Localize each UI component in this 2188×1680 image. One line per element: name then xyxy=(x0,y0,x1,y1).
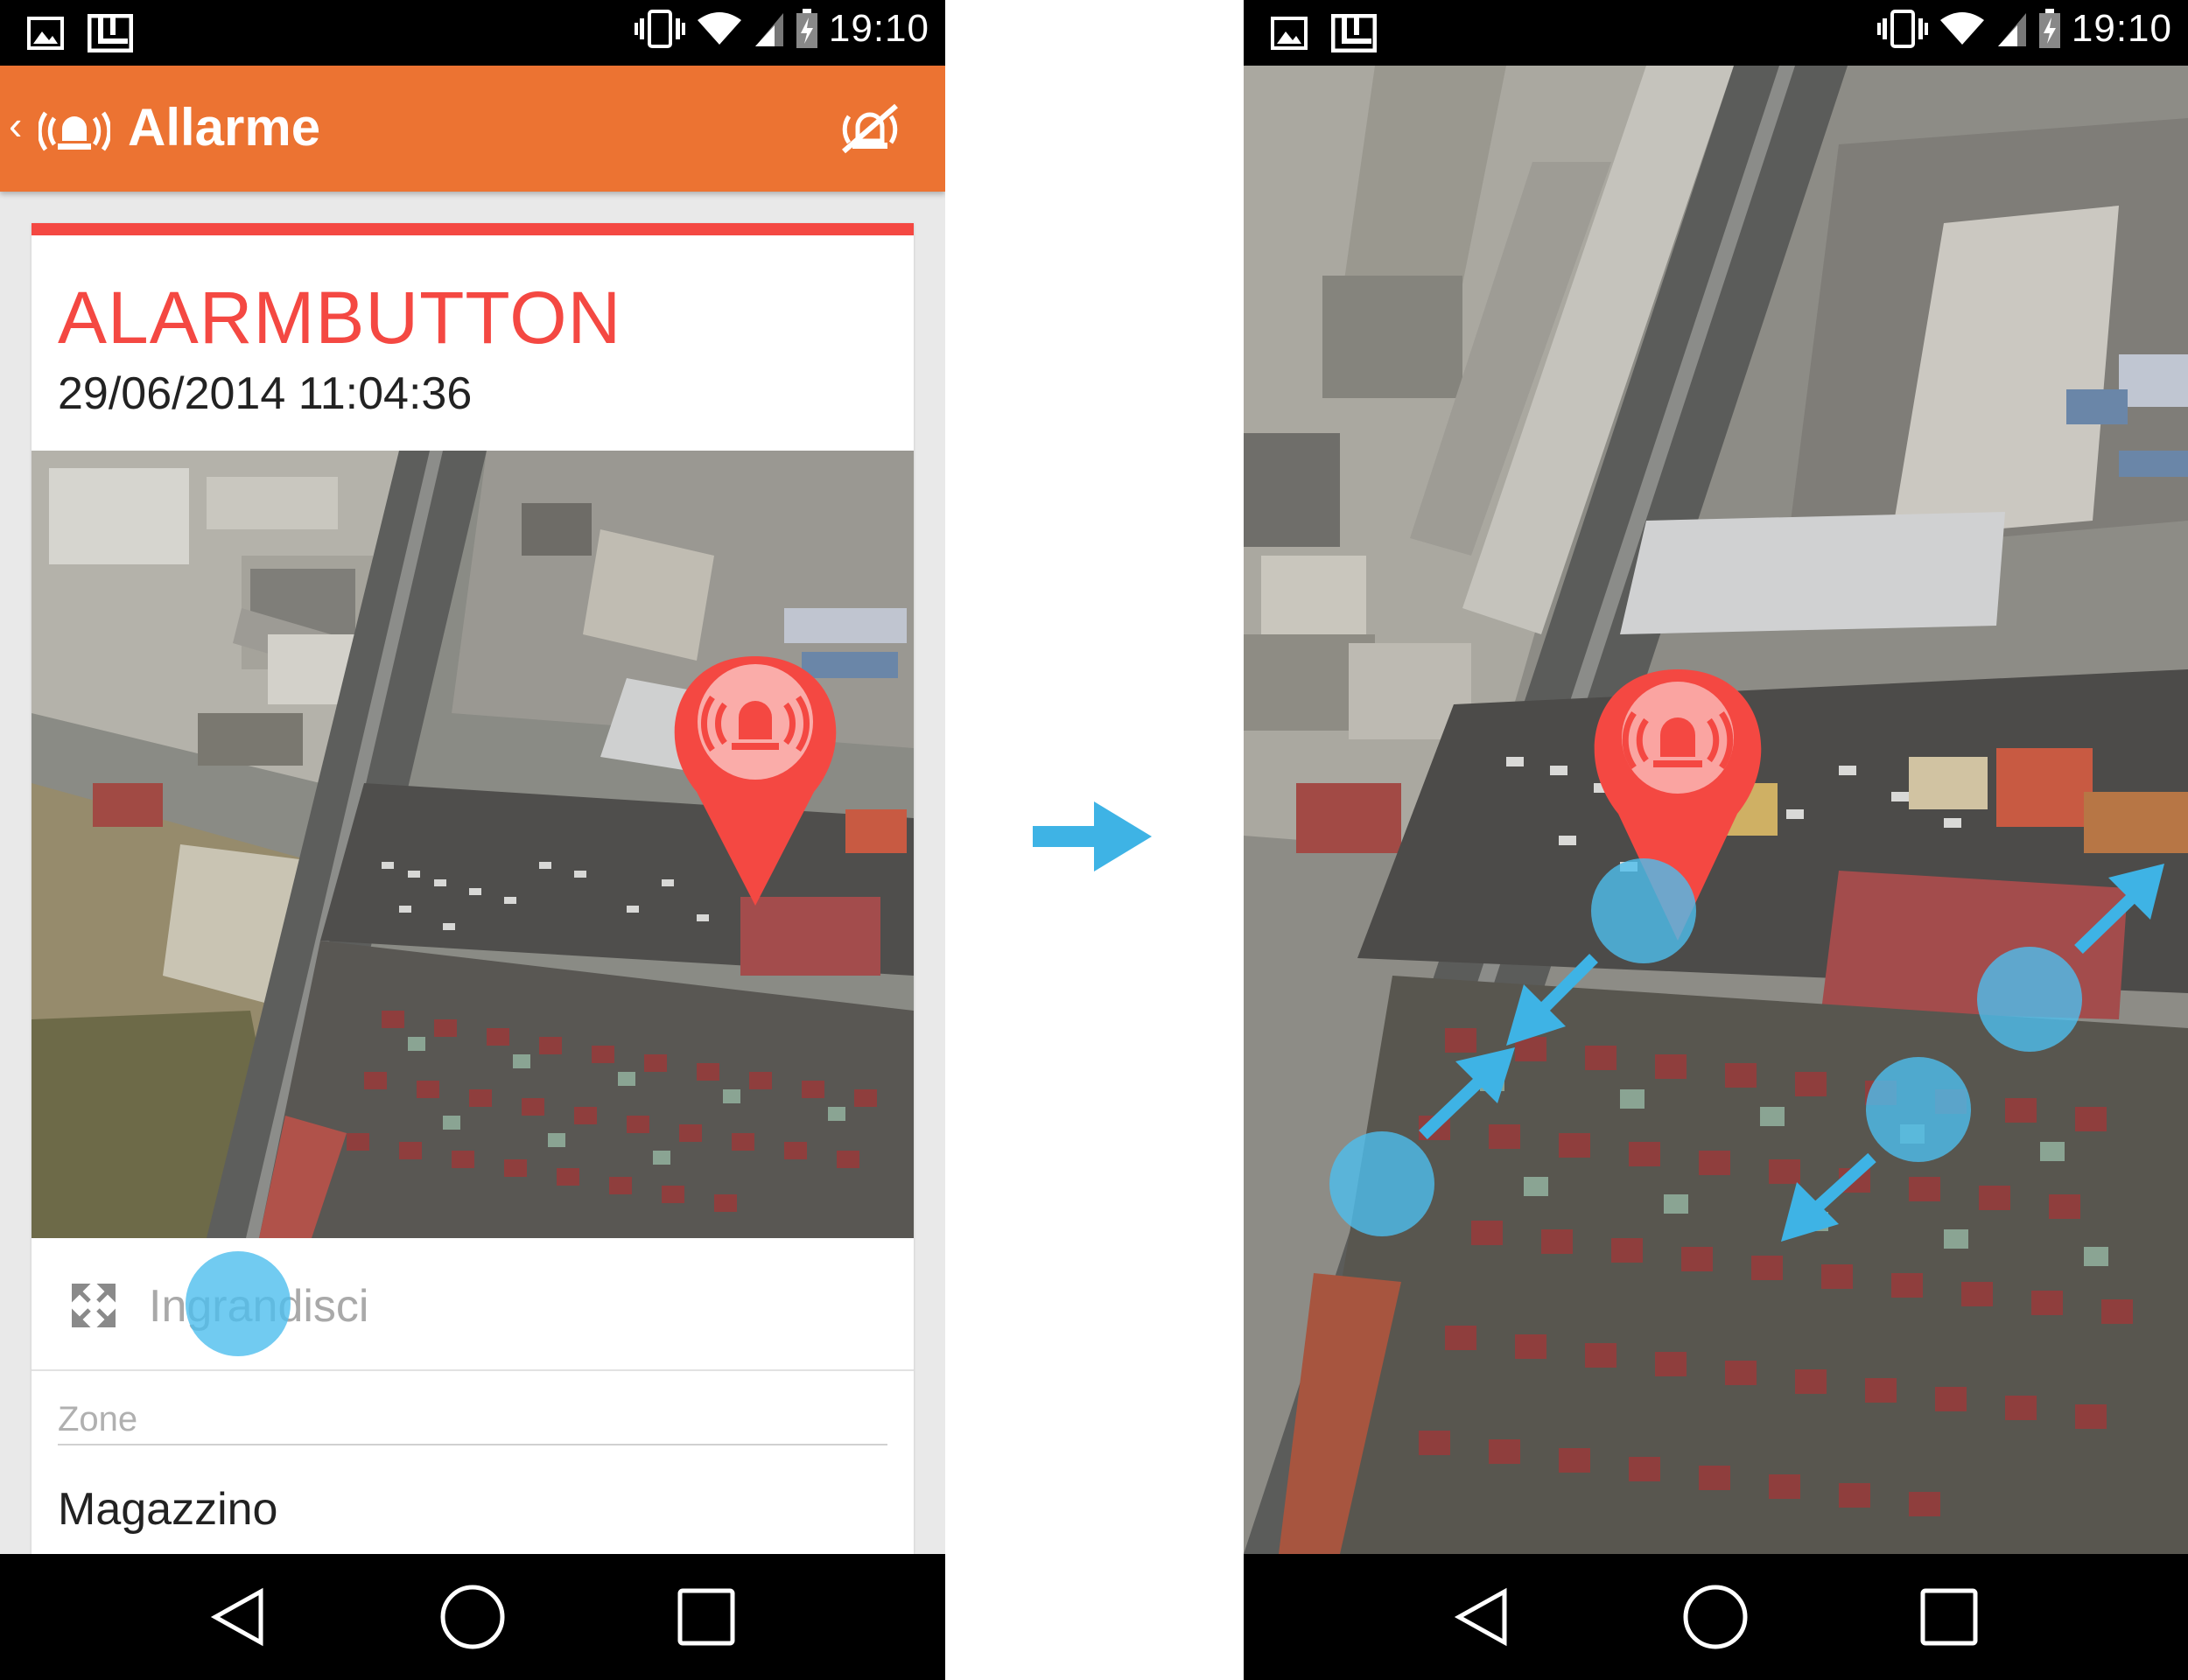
alarm-card: ALARMBUTTON 29/06/2014 11:04:36 Zone Mag… xyxy=(32,223,914,1554)
tap-indicator-circle xyxy=(186,1251,291,1356)
alarm-title: ALARMBUTTON xyxy=(58,276,622,359)
signal-icon xyxy=(754,13,783,46)
triangle-back-icon[interactable] xyxy=(1434,1569,1531,1665)
triangle-back-icon[interactable] xyxy=(191,1569,287,1665)
map-preview[interactable] xyxy=(32,451,914,1238)
app-notification-icon xyxy=(88,14,133,52)
picture-notification-icon xyxy=(1271,17,1308,50)
app-title: Allarme xyxy=(128,98,321,157)
satellite-map-image xyxy=(32,451,914,1238)
alarm-datetime: 29/06/2014 11:04:36 xyxy=(58,368,473,419)
battery-charging-icon xyxy=(2038,9,2060,48)
enlarge-map-button[interactable]: Ingrandisci xyxy=(32,1238,914,1371)
clock-time: 19:10 xyxy=(828,7,929,50)
app-bar: ‹ Allarme xyxy=(0,66,945,192)
square-recents-icon[interactable] xyxy=(658,1569,754,1665)
zone-label: Zone xyxy=(58,1400,138,1438)
status-bar: 19:10 xyxy=(1244,0,2188,66)
circle-home-icon[interactable] xyxy=(1667,1569,1764,1665)
picture-notification-icon xyxy=(27,17,64,50)
signal-icon xyxy=(1997,13,2026,46)
transition-arrow-icon xyxy=(1033,802,1152,872)
phone-screen-after: 19:10 xyxy=(1244,0,2188,1680)
zone-divider xyxy=(58,1444,887,1446)
chevron-left-icon[interactable]: ‹ xyxy=(9,105,22,145)
status-bar: 19:10 xyxy=(0,0,945,66)
wifi-icon xyxy=(1939,12,1984,45)
fullscreen-map[interactable] xyxy=(1244,66,2188,1554)
zone-value: Magazzino xyxy=(58,1484,278,1535)
alarm-status-stripe xyxy=(32,223,914,235)
phone-screen-before: 19:10 ‹ Allarme ALARMBUTTON 29/06/2014 1… xyxy=(0,0,945,1680)
system-nav-bar xyxy=(1244,1554,2188,1680)
system-nav-bar xyxy=(0,1554,945,1680)
circle-home-icon[interactable] xyxy=(424,1569,521,1665)
expand-arrows-icon xyxy=(72,1284,116,1327)
vibrate-icon xyxy=(1876,10,1928,48)
square-recents-icon[interactable] xyxy=(1901,1569,1997,1665)
clock-time: 19:10 xyxy=(2071,7,2172,50)
alarm-siren-icon[interactable] xyxy=(39,104,110,157)
app-notification-icon xyxy=(1331,14,1377,52)
battery-charging-icon xyxy=(796,9,817,48)
satellite-map-image xyxy=(1244,66,2188,1554)
wifi-icon xyxy=(697,12,741,45)
alarm-off-icon[interactable] xyxy=(835,101,905,157)
vibrate-icon xyxy=(634,10,685,48)
